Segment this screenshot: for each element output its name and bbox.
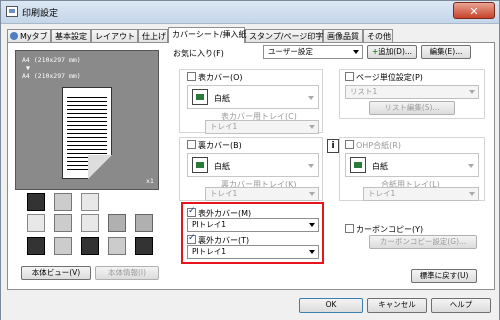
staple-icon: [81, 214, 99, 232]
front-cover-checkbox[interactable]: [187, 72, 196, 81]
restore-defaults-button[interactable]: 標準に戻す(U): [411, 269, 477, 283]
back-cover-tray-select[interactable]: トレイ1: [205, 187, 319, 201]
page-preview-image: [62, 87, 112, 179]
tab-mytab[interactable]: Myタブ: [7, 29, 51, 42]
page-list-value: リスト1: [350, 87, 378, 96]
chevron-down-icon: [308, 164, 314, 168]
preview-copies: x1: [146, 177, 154, 185]
ohp-label: OHP合紙(R): [356, 141, 401, 150]
add-label: 追加(D)...: [378, 47, 413, 56]
ohp-tray-select[interactable]: トレイ1: [363, 187, 479, 201]
copy-icon: [81, 193, 99, 211]
paper-preview: A4 (210x297 mm) ▼ A4 (210x297 mm) x1: [15, 50, 159, 190]
arrow-down-icon: ▼: [26, 64, 30, 72]
preview-paper-size: A4 (210x297 mm): [22, 56, 81, 64]
ok-button[interactable]: OK: [299, 298, 363, 313]
ohp-checkbox[interactable]: [345, 140, 354, 149]
output-icon: [54, 193, 72, 211]
list-edit-button[interactable]: リスト編集(S)...: [369, 101, 455, 115]
user-icon: [10, 32, 18, 40]
front-cover-label: 表カバー(O): [198, 73, 243, 82]
print-settings-window: 印刷設定 ✕ Myタブ 基本設定 レイアウト 仕上げ カバーシート/挿入紙 スタ…: [0, 0, 500, 320]
dialog-footer: OK キャンセル ヘルプ: [1, 291, 499, 320]
tab-other[interactable]: その他: [363, 29, 393, 42]
tab-finishing[interactable]: 仕上げ: [138, 29, 168, 42]
carbon-copy-label: カーボンコピー(Y): [356, 225, 424, 234]
stack-icon: [108, 214, 126, 232]
chevron-down-icon: [469, 90, 475, 94]
tab-stamp[interactable]: スタンプ/ページ印字: [245, 29, 323, 42]
page-setting-label: ページ単位設定(P): [356, 73, 423, 82]
favorites-value: ユーザー設定: [268, 47, 313, 56]
carbon-copy-settings-button[interactable]: カーボンコピー設定(G)...: [369, 235, 477, 249]
back-cover-tray-value: トレイ1: [210, 189, 238, 198]
punch-icon: [54, 214, 72, 232]
cancel-button[interactable]: キャンセル: [367, 298, 427, 313]
carbon-copy-checkbox[interactable]: [345, 224, 354, 233]
tab-layout[interactable]: レイアウト: [91, 29, 138, 42]
back-cover-checkbox[interactable]: [187, 140, 196, 149]
info-icon[interactable]: i: [327, 139, 339, 153]
printer-icon: [6, 6, 18, 17]
chevron-down-icon: [353, 50, 359, 54]
fold-icon: [135, 214, 153, 232]
paper-type-icon: [350, 157, 366, 173]
page-list-select[interactable]: リスト1: [345, 85, 479, 99]
ohp-paper-select[interactable]: 白紙: [345, 153, 479, 177]
add-favorite-button[interactable]: +追加(D)...: [367, 45, 417, 59]
device-view-button[interactable]: 本体ビュー(V): [21, 266, 91, 280]
preview-output-size: A4 (210x297 mm): [22, 72, 81, 80]
front-cover-paper-value: 白紙: [214, 94, 230, 103]
highlight-box: [181, 202, 324, 264]
page-setting-checkbox[interactable]: [345, 72, 354, 81]
front-cover-tray-select[interactable]: トレイ1: [205, 120, 319, 134]
finisher-icon: [27, 193, 45, 211]
chevron-down-icon: [308, 96, 314, 100]
user-auth-icon: [54, 237, 72, 255]
paper-type-icon: [192, 157, 208, 173]
paper-type-icon: [192, 89, 208, 105]
tray-icon: [27, 214, 45, 232]
title-bar: 印刷設定 ✕: [1, 1, 499, 24]
front-cover-tray-value: トレイ1: [210, 122, 238, 131]
chevron-down-icon: [469, 192, 475, 196]
tab-basic[interactable]: 基本設定: [51, 29, 91, 42]
device-info-button[interactable]: 本体情報(I): [95, 266, 159, 280]
printer-body-icon: [27, 237, 45, 255]
tab-image-quality[interactable]: 画像品質: [323, 29, 363, 42]
chevron-down-icon: [309, 192, 315, 196]
window-title: 印刷設定: [22, 9, 59, 19]
box-icon: [135, 237, 153, 255]
back-cover-label: 裏カバー(B): [198, 141, 242, 150]
favorites-label: お気に入り(F): [173, 49, 224, 58]
ohp-tray-value: トレイ1: [368, 189, 396, 198]
tab-cover-sheet[interactable]: カバーシート/挿入紙: [168, 27, 247, 43]
favorites-select[interactable]: ユーザー設定: [263, 45, 363, 59]
secure-print-icon: [108, 237, 126, 255]
chevron-down-icon: [309, 125, 315, 129]
close-button[interactable]: ✕: [453, 2, 495, 19]
back-cover-paper-select[interactable]: 白紙: [187, 153, 319, 177]
tab-label: Myタブ: [20, 32, 48, 41]
ohp-paper-value: 白紙: [372, 162, 388, 171]
edit-favorite-button[interactable]: 編集(E)...: [421, 45, 471, 59]
chevron-down-icon: [468, 164, 474, 168]
back-cover-paper-value: 白紙: [214, 162, 230, 171]
help-button[interactable]: ヘルプ: [431, 298, 491, 313]
front-cover-paper-select[interactable]: 白紙: [187, 85, 319, 109]
account-icon: [81, 237, 99, 255]
